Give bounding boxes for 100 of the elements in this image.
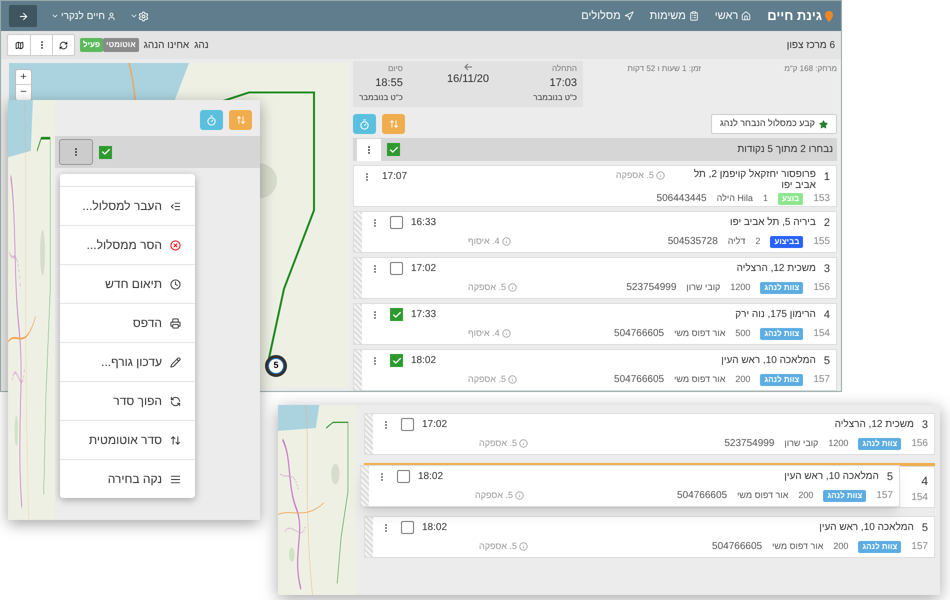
checkbox[interactable] (397, 470, 410, 483)
sort-button[interactable] (382, 114, 405, 134)
info-icon (518, 542, 528, 551)
checkbox[interactable] (390, 216, 403, 229)
info-icon (656, 171, 665, 180)
status-badge: בביצוע (770, 236, 804, 248)
contact-name: אור דפוס משי (674, 372, 726, 386)
drag-handle[interactable] (354, 258, 362, 298)
brand-logo[interactable]: גינת חיים (767, 6, 833, 26)
nav-link[interactable]: מסלולים (581, 8, 634, 24)
info-icon (508, 283, 517, 292)
menu-item[interactable]: תיאום חדש (60, 264, 195, 303)
contact-name: קובי שרון (784, 436, 818, 450)
contact-name: אור דפוס משי (674, 326, 726, 340)
sort-button[interactable] (229, 110, 252, 130)
drag-handle[interactable] (354, 350, 362, 390)
check-icon (392, 356, 402, 366)
stop-time: 17:33 (411, 308, 436, 322)
stop-address: הרימון 175, נוה ירק (735, 308, 816, 322)
clock-icon (170, 278, 181, 290)
arrow-right-icon (18, 10, 28, 22)
stop-number: 5 (824, 354, 830, 369)
logout-button[interactable] (9, 5, 37, 27)
info-icon (518, 439, 528, 448)
drag-handle[interactable] (354, 212, 362, 252)
checkbox[interactable] (390, 308, 403, 321)
drag-handle[interactable] (365, 517, 373, 557)
timer-button[interactable] (200, 110, 223, 130)
route-name: 6 מרכז צפון (786, 38, 835, 52)
stop-time: 18:02 (411, 354, 436, 368)
pin-icon (825, 10, 833, 22)
phone-number: 506443445 (656, 192, 707, 206)
caret-icon (51, 12, 59, 20)
checkbox[interactable] (387, 143, 400, 156)
arrow-left-icon (464, 63, 473, 71)
menu-item[interactable]: הפוך סדר (60, 381, 195, 420)
drag-handle[interactable] (361, 466, 369, 506)
settings-icon (138, 10, 149, 22)
printer-icon (170, 318, 181, 328)
status-badge: צוות לנהג (858, 540, 902, 552)
stop-time: 18:02 (418, 470, 444, 484)
quantity: 200 (798, 488, 814, 502)
stop-time: 17:02 (422, 418, 448, 432)
menu-item[interactable]: הדפס (60, 303, 195, 342)
phone-number: 504766605 (614, 327, 664, 341)
task-type: 5. אספקה (468, 372, 517, 386)
stop-address: ביריה 5, תל אביב יפו (730, 216, 816, 230)
stop-time: 17:07 (382, 170, 408, 184)
menu-item[interactable]: נקה בחירה (60, 459, 195, 498)
drag-handle[interactable] (365, 414, 373, 454)
stop-id: 156 (911, 437, 928, 451)
end-time: 18:55 (374, 76, 403, 91)
nav-link[interactable]: משימות (650, 8, 699, 24)
checkbox[interactable] (390, 354, 403, 367)
contact-name: Hila הילה (716, 192, 753, 205)
stop-number: 2 (824, 216, 830, 231)
menu-item[interactable]: עדכון גורף... (60, 342, 195, 381)
info-icon (514, 491, 524, 500)
quantity: 200 (735, 372, 750, 386)
menu-item[interactable]: הסר ממסלול... (60, 225, 195, 264)
stop-id: 157 (876, 489, 893, 503)
stop-number: 4 (921, 473, 928, 490)
zoom-out-button[interactable]: − (16, 85, 31, 100)
clipboard-icon (688, 11, 699, 21)
stop-address: פרופסור יחזקאל קויפמן 2, תל אביב יפו (692, 169, 816, 191)
contact-name: אור דפוס משי (737, 488, 788, 502)
start-time: 17:03 (548, 76, 577, 91)
stop-number: 3 (922, 418, 928, 433)
phone-number: 504766605 (614, 373, 664, 387)
settings-button[interactable] (130, 10, 149, 22)
checkbox[interactable] (401, 521, 414, 534)
home-icon (741, 11, 752, 21)
timer-button[interactable] (353, 114, 376, 134)
stop-number: 1 (824, 170, 830, 185)
menu-item[interactable]: סדר אוטומטית (60, 420, 195, 459)
task-type: 4. איסוף (468, 326, 511, 340)
zoom-in-button[interactable]: + (16, 70, 31, 85)
assign-route-button[interactable]: קבע כמסלול הנבחר לנהג (710, 114, 837, 134)
driver-name: אחינו הנהג (144, 38, 190, 52)
navigation-arrow-icon (624, 11, 634, 21)
checkbox[interactable] (99, 146, 112, 158)
status-badge: צוות לנהג (760, 282, 804, 294)
lines-icon (170, 474, 181, 484)
timer-icon (359, 118, 370, 130)
nav-link[interactable]: ראשי (714, 8, 752, 24)
reverse-arrows-icon (170, 396, 181, 406)
checkbox[interactable] (390, 262, 403, 275)
user-menu[interactable]: חיים לנקרי (51, 8, 116, 24)
phone-number: 504535728 (668, 235, 718, 249)
task-type: 5. אספקה (479, 436, 528, 450)
drag-handle[interactable] (354, 304, 362, 344)
user-icon (106, 12, 116, 20)
menu-item[interactable]: העבר למסלול... (60, 186, 195, 225)
task-type: 5. אספקה (479, 540, 528, 554)
status-tag: פעיל (80, 38, 104, 52)
task-type: 5. אספקה (468, 280, 517, 294)
sort-icon (236, 115, 246, 125)
checkbox[interactable] (401, 418, 414, 431)
info-icon (502, 329, 511, 338)
stop-id: 157 (813, 373, 830, 387)
